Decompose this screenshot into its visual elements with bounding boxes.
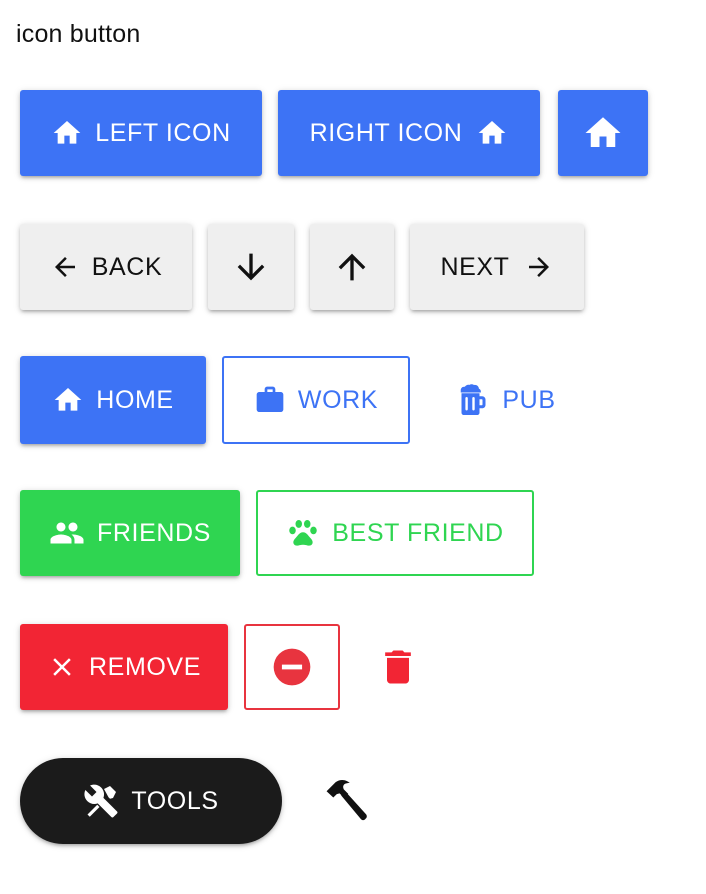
home-icon bbox=[52, 384, 84, 416]
minus-button[interactable] bbox=[244, 624, 340, 710]
home-icon bbox=[582, 112, 624, 154]
beer-mug-icon bbox=[454, 382, 490, 418]
hammer-button[interactable] bbox=[300, 758, 390, 844]
right-icon-button-label: RIGHT ICON bbox=[309, 118, 463, 147]
tools-button[interactable]: TOOLS bbox=[20, 758, 282, 844]
remove-button-label: REMOVE bbox=[89, 652, 201, 681]
home-icon bbox=[476, 117, 508, 149]
arrow-right-icon bbox=[524, 252, 554, 282]
left-icon-button-label: LEFT ICON bbox=[95, 118, 231, 147]
people-icon bbox=[49, 515, 85, 551]
arrow-down-icon bbox=[231, 247, 271, 287]
delete-button[interactable] bbox=[356, 624, 440, 710]
arrow-up-button[interactable] bbox=[310, 224, 394, 310]
tools-button-label: TOOLS bbox=[131, 786, 219, 815]
pub-button[interactable]: PUB bbox=[440, 356, 570, 444]
next-button[interactable]: NEXT bbox=[410, 224, 584, 310]
home-button[interactable]: HOME bbox=[20, 356, 206, 444]
left-icon-button[interactable]: LEFT ICON bbox=[20, 90, 262, 176]
back-button-label: BACK bbox=[91, 252, 163, 281]
hammer-icon bbox=[319, 775, 371, 827]
remove-button[interactable]: REMOVE bbox=[20, 624, 228, 710]
page-title: icon button bbox=[16, 20, 141, 48]
home-button-label: HOME bbox=[96, 385, 174, 414]
minus-circle-icon bbox=[270, 645, 314, 689]
work-button[interactable]: WORK bbox=[222, 356, 410, 444]
home-icon bbox=[51, 117, 83, 149]
back-button[interactable]: BACK bbox=[20, 224, 192, 310]
right-icon-button[interactable]: RIGHT ICON bbox=[278, 90, 540, 176]
close-icon bbox=[47, 652, 77, 682]
friends-button[interactable]: FRIENDS bbox=[20, 490, 240, 576]
friends-button-label: FRIENDS bbox=[97, 518, 211, 547]
arrow-down-button[interactable] bbox=[208, 224, 294, 310]
tools-icon bbox=[83, 783, 119, 819]
trash-icon bbox=[376, 645, 420, 689]
paw-icon bbox=[286, 516, 320, 550]
briefcase-icon bbox=[254, 384, 286, 416]
work-button-label: WORK bbox=[297, 385, 379, 414]
arrow-up-icon bbox=[332, 247, 372, 287]
best-friend-button[interactable]: BEST FRIEND bbox=[256, 490, 534, 576]
next-button-label: NEXT bbox=[440, 252, 510, 281]
pub-button-label: PUB bbox=[502, 385, 556, 414]
best-friend-button-label: BEST FRIEND bbox=[332, 518, 504, 547]
arrow-left-icon bbox=[50, 252, 80, 282]
home-icon-button[interactable] bbox=[558, 90, 648, 176]
